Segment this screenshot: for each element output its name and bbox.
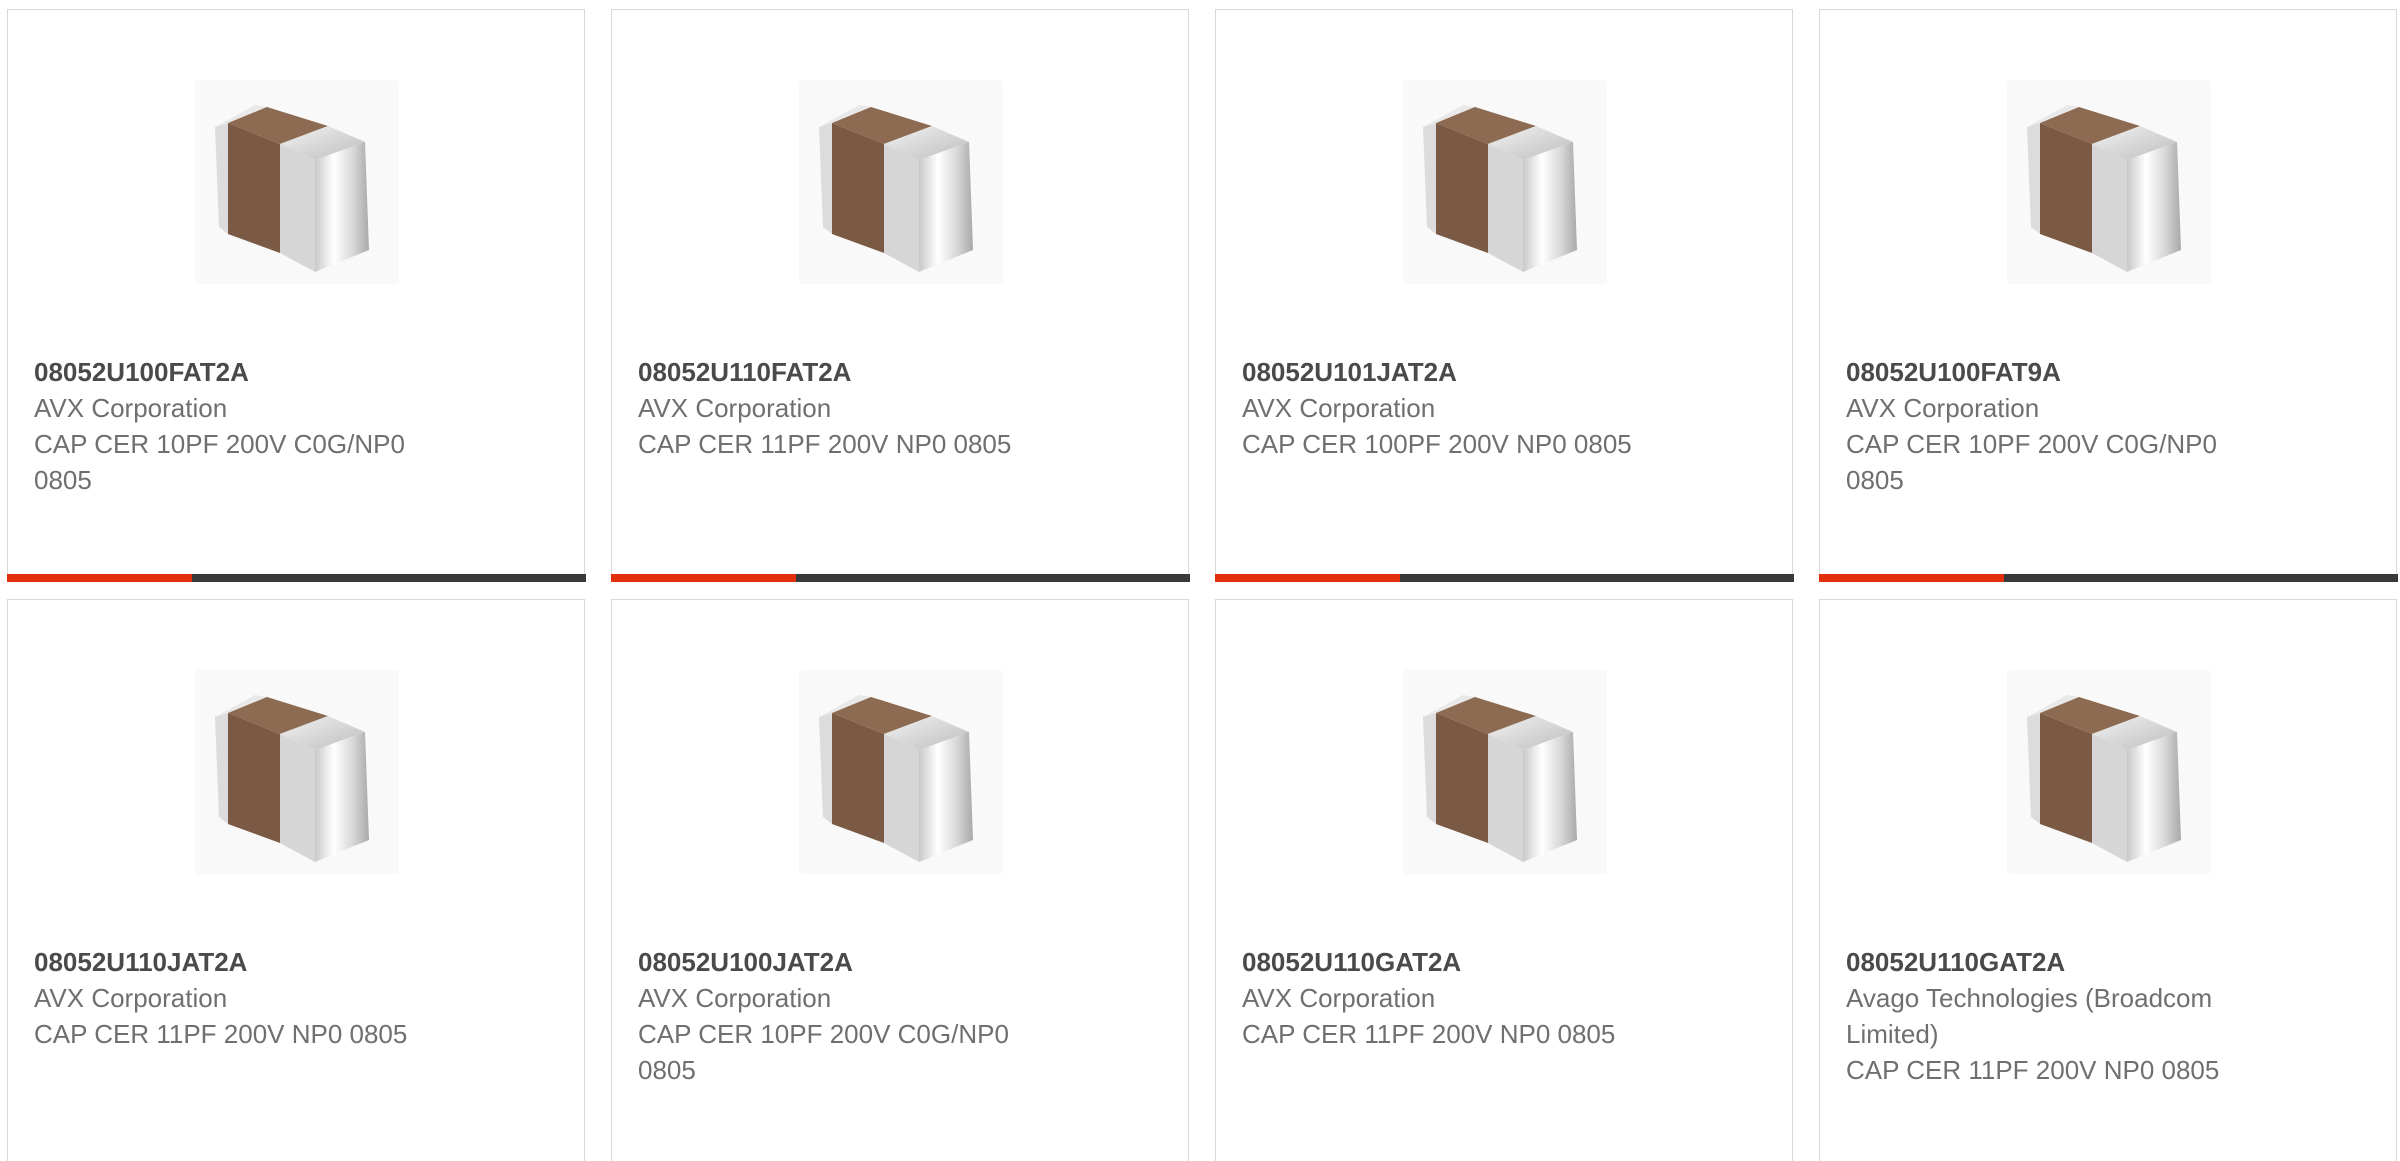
part-number-link[interactable]: 08052U110JAT2A bbox=[34, 944, 454, 980]
progress-bar bbox=[1214, 573, 1794, 582]
product-description: CAP CER 10PF 200V C0G/NP0 0805 bbox=[1846, 429, 2217, 495]
product-image[interactable] bbox=[195, 670, 399, 874]
ceramic-capacitor-chip-icon bbox=[1423, 695, 1577, 862]
product-grid: 08052U100FAT2A AVX Corporation CAP CER 1… bbox=[0, 0, 2400, 1161]
product-image[interactable] bbox=[1403, 670, 1607, 874]
product-description: CAP CER 11PF 200V NP0 0805 bbox=[1846, 1055, 2220, 1085]
part-number-link[interactable]: 08052U110FAT2A bbox=[638, 354, 1058, 390]
ceramic-capacitor-chip-icon bbox=[819, 695, 973, 862]
product-card[interactable]: 08052U100JAT2A AVX Corporation CAP CER 1… bbox=[611, 599, 1189, 1161]
manufacturer-name: AVX Corporation bbox=[1242, 393, 1436, 423]
product-image[interactable] bbox=[799, 80, 1003, 284]
progress-bar-fill bbox=[1214, 573, 1400, 582]
part-number-link[interactable]: 08052U100FAT9A bbox=[1846, 354, 2266, 390]
product-description: CAP CER 10PF 200V C0G/NP0 0805 bbox=[638, 1019, 1009, 1085]
product-card[interactable]: 08052U110FAT2A AVX Corporation CAP CER 1… bbox=[610, 9, 1190, 582]
manufacturer-name: AVX Corporation bbox=[34, 393, 228, 423]
product-info: 08052U100FAT9A AVX Corporation CAP CER 1… bbox=[1846, 354, 2266, 498]
product-card[interactable]: 08052U110JAT2A AVX Corporation CAP CER 1… bbox=[7, 599, 585, 1161]
product-card[interactable]: 08052U101JAT2A AVX Corporation CAP CER 1… bbox=[1214, 9, 1794, 582]
product-info: 08052U110GAT2A AVX Corporation CAP CER 1… bbox=[1242, 944, 1662, 1052]
manufacturer-name: AVX Corporation bbox=[34, 983, 228, 1013]
product-image[interactable] bbox=[2007, 670, 2211, 874]
product-card[interactable]: 08052U100FAT9A AVX Corporation CAP CER 1… bbox=[1818, 9, 2398, 582]
part-number-link[interactable]: 08052U101JAT2A bbox=[1242, 354, 1662, 390]
ceramic-capacitor-chip-icon bbox=[819, 105, 973, 272]
product-description: CAP CER 11PF 200V NP0 0805 bbox=[34, 1019, 408, 1049]
part-number-link[interactable]: 08052U110GAT2A bbox=[1242, 944, 1662, 980]
ceramic-capacitor-chip-icon bbox=[215, 105, 369, 272]
manufacturer-name: AVX Corporation bbox=[1846, 393, 2040, 423]
product-info: 08052U110JAT2A AVX Corporation CAP CER 1… bbox=[34, 944, 454, 1052]
product-card[interactable]: 08052U110GAT2A Avago Technologies (Broad… bbox=[1819, 599, 2397, 1161]
progress-bar-fill bbox=[6, 573, 192, 582]
product-image[interactable] bbox=[1403, 80, 1607, 284]
product-info: 08052U101JAT2A AVX Corporation CAP CER 1… bbox=[1242, 354, 1662, 462]
ceramic-capacitor-chip-icon bbox=[2027, 105, 2181, 272]
progress-bar-fill bbox=[610, 573, 796, 582]
ceramic-capacitor-chip-icon bbox=[215, 695, 369, 862]
part-number-link[interactable]: 08052U100FAT2A bbox=[34, 354, 454, 390]
product-image[interactable] bbox=[195, 80, 399, 284]
progress-bar bbox=[6, 573, 586, 582]
ceramic-capacitor-chip-icon bbox=[2027, 695, 2181, 862]
product-description: CAP CER 10PF 200V C0G/NP0 0805 bbox=[34, 429, 405, 495]
manufacturer-name: AVX Corporation bbox=[638, 983, 832, 1013]
ceramic-capacitor-chip-icon bbox=[1423, 105, 1577, 272]
progress-bar bbox=[610, 573, 1190, 582]
product-description: CAP CER 11PF 200V NP0 0805 bbox=[638, 429, 1012, 459]
product-info: 08052U100JAT2A AVX Corporation CAP CER 1… bbox=[638, 944, 1058, 1088]
progress-bar-fill bbox=[1818, 573, 2004, 582]
product-card[interactable]: 08052U100FAT2A AVX Corporation CAP CER 1… bbox=[6, 9, 586, 582]
product-description: CAP CER 11PF 200V NP0 0805 bbox=[1242, 1019, 1616, 1049]
product-info: 08052U110GAT2A Avago Technologies (Broad… bbox=[1846, 944, 2266, 1088]
product-description: CAP CER 100PF 200V NP0 0805 bbox=[1242, 429, 1632, 459]
product-image[interactable] bbox=[799, 670, 1003, 874]
product-card[interactable]: 08052U110GAT2A AVX Corporation CAP CER 1… bbox=[1215, 599, 1793, 1161]
manufacturer-name: AVX Corporation bbox=[1242, 983, 1436, 1013]
product-info: 08052U110FAT2A AVX Corporation CAP CER 1… bbox=[638, 354, 1058, 462]
product-info: 08052U100FAT2A AVX Corporation CAP CER 1… bbox=[34, 354, 454, 498]
progress-bar bbox=[1818, 573, 2398, 582]
part-number-link[interactable]: 08052U110GAT2A bbox=[1846, 944, 2266, 980]
part-number-link[interactable]: 08052U100JAT2A bbox=[638, 944, 1058, 980]
manufacturer-name: AVX Corporation bbox=[638, 393, 832, 423]
manufacturer-name: Avago Technologies (Broadcom Limited) bbox=[1846, 983, 2213, 1049]
product-image[interactable] bbox=[2007, 80, 2211, 284]
